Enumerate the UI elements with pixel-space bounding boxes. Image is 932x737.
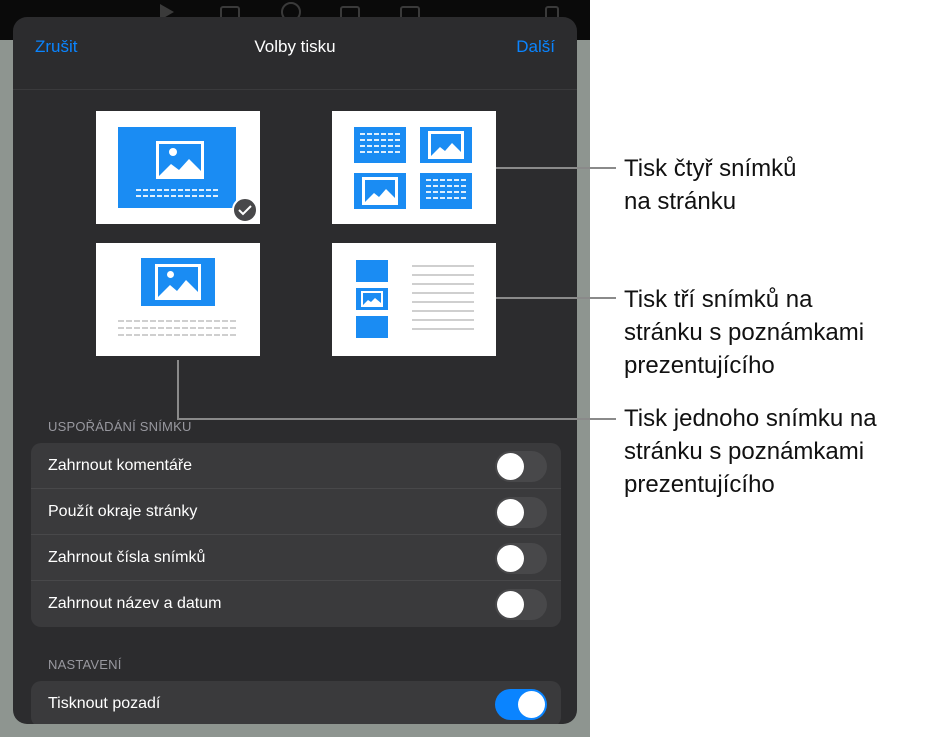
slide-image xyxy=(118,127,236,208)
dialog-title: Volby tisku xyxy=(254,37,336,56)
slide-numbers-toggle[interactable] xyxy=(495,543,547,574)
row-label: Zahrnout název a datum xyxy=(48,595,222,612)
image-icon xyxy=(356,288,388,310)
list-item: Zahrnout název a datum xyxy=(31,581,561,627)
page-margins-toggle[interactable] xyxy=(495,497,547,528)
settings-header: NASTAVENÍ xyxy=(48,657,122,672)
row-label: Zahrnout čísla snímků xyxy=(48,549,206,566)
callout-line xyxy=(177,360,179,420)
callout-one-slide-notes: Tisk jednoho snímku na stránku s poznámk… xyxy=(624,405,877,498)
list-item: Tisknout pozadí xyxy=(31,681,561,724)
row-label: Použít okraje stránky xyxy=(48,503,198,520)
image-icon xyxy=(156,141,204,179)
list-item: Použít okraje stránky xyxy=(31,489,561,535)
layout-four-slides[interactable] xyxy=(332,111,496,224)
row-label: Zahrnout komentáře xyxy=(48,457,193,474)
image-icon xyxy=(141,258,215,306)
callout-four-slides: Tisk čtyř snímků na stránku xyxy=(624,155,797,215)
include-comments-toggle[interactable] xyxy=(495,451,547,482)
slide-layout-group: Zahrnout komentáře Použít okraje stránky… xyxy=(31,443,561,627)
slide-layout-header: USPOŘÁDÁNÍ SNÍMKU xyxy=(48,419,192,434)
divider xyxy=(13,89,577,90)
print-options-dialog: Zrušit Volby tisku Další USPOŘÁDÁNÍ SNÍM… xyxy=(13,17,577,724)
name-date-toggle[interactable] xyxy=(495,589,547,620)
next-button[interactable]: Další xyxy=(516,37,555,57)
callout-line xyxy=(496,297,616,299)
print-background-toggle[interactable] xyxy=(495,689,547,720)
callout-three-slides-notes: Tisk tří snímků na stránku s poznámkami … xyxy=(624,286,865,379)
callout-line xyxy=(496,167,616,169)
checkmark-icon xyxy=(232,197,258,223)
layout-one-slide-notes[interactable] xyxy=(96,243,260,356)
row-label: Tisknout pozadí xyxy=(48,695,161,712)
list-item: Zahrnout čísla snímků xyxy=(31,535,561,581)
settings-group: Tisknout pozadí xyxy=(31,681,561,724)
layout-three-slides-notes[interactable] xyxy=(332,243,496,356)
image-icon xyxy=(354,173,406,209)
image-icon xyxy=(420,127,472,163)
callout-line xyxy=(177,418,616,420)
list-item: Zahrnout komentáře xyxy=(31,443,561,489)
